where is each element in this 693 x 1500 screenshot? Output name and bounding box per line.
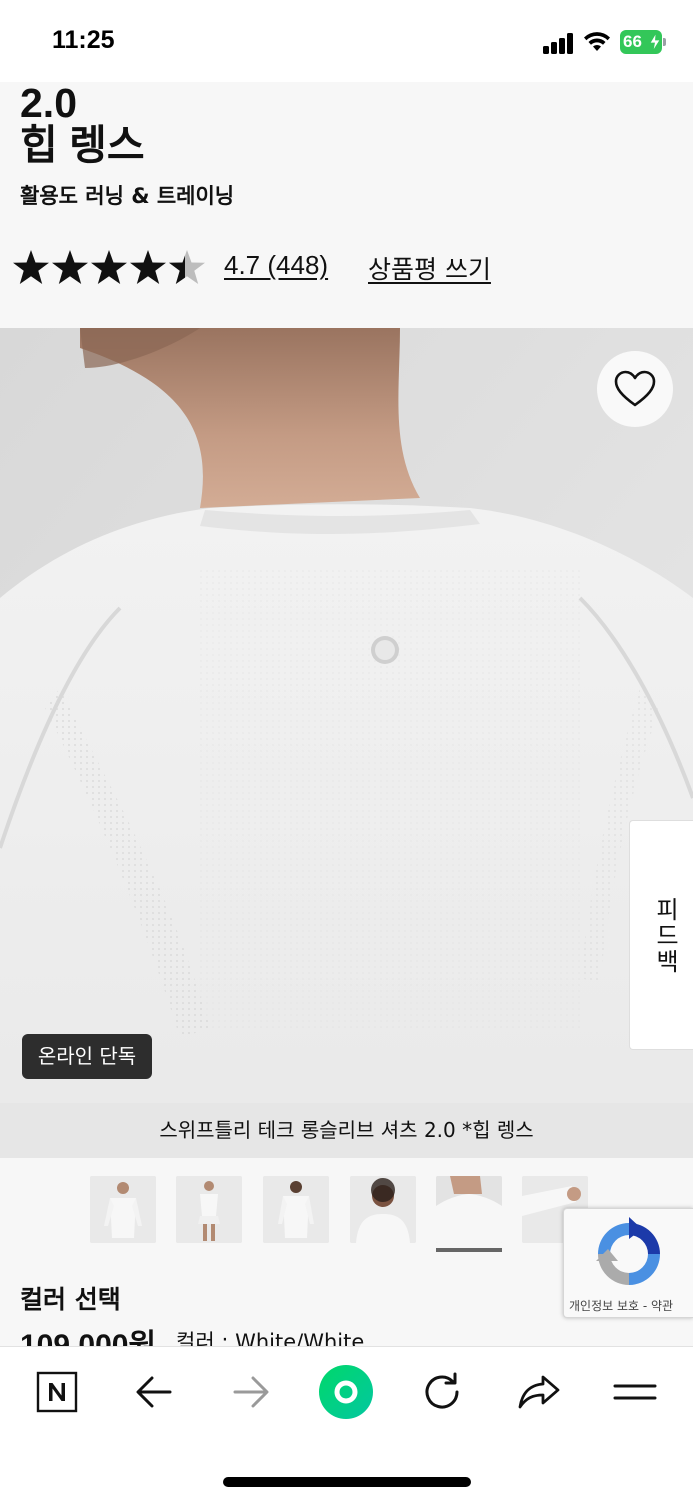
image-caption: 스위프틀리 테크 롱슬리브 셔츠 2.0 *힙 렝스 [0, 1103, 693, 1158]
rating-link[interactable]: 4.7 (448) [224, 250, 328, 281]
status-bar: 11:25 66 [0, 0, 693, 82]
thumbnail-2[interactable] [176, 1176, 242, 1243]
back-arrow-icon [136, 1376, 172, 1408]
product-header: 2.0 힙 렝스 활용도 러닝 & 트레이닝 4.7 (448) 상품평 쓰기 [0, 82, 693, 328]
naver-icon [36, 1371, 78, 1413]
reload-icon [425, 1372, 459, 1409]
forward-button[interactable] [226, 1367, 276, 1417]
recaptcha-badge[interactable]: 개인정보 보호 - 약관 [563, 1208, 693, 1318]
share-icon [518, 1375, 560, 1409]
color-label: 컬러 : White/White [176, 1330, 365, 1346]
status-time: 11:25 [52, 26, 115, 54]
green-dot-icon [319, 1365, 373, 1419]
browser-toolbar [0, 1346, 693, 1500]
recaptcha-icon [596, 1217, 660, 1285]
feedback-label: 피드백 [651, 897, 679, 975]
thumbnail-4[interactable] [350, 1176, 416, 1243]
share-button[interactable] [514, 1367, 564, 1417]
naver-home-button[interactable] [32, 1367, 82, 1417]
signal-icon [543, 32, 575, 54]
product-category: 활용도 러닝 & 트레이닝 [20, 184, 235, 208]
half-star-icon [169, 250, 205, 284]
back-button[interactable] [129, 1367, 179, 1417]
thumbnail-selected-indicator [436, 1248, 502, 1252]
battery-icon: 66 [620, 30, 666, 54]
favorite-button[interactable] [597, 351, 673, 427]
feedback-tab[interactable]: 피드백 [629, 820, 693, 1050]
forward-arrow-icon [233, 1376, 269, 1408]
green-dot-button[interactable] [316, 1362, 376, 1422]
product-price: 109,000원 [20, 1329, 157, 1346]
battery-level: 66 [623, 32, 642, 51]
menu-icon [613, 1384, 657, 1400]
reload-button[interactable] [417, 1367, 467, 1417]
write-review-link[interactable]: 상품평 쓰기 [368, 250, 491, 286]
thumbnail-1[interactable] [90, 1176, 156, 1243]
wifi-icon [582, 29, 612, 53]
rating-stars [13, 250, 205, 284]
star-icon [52, 250, 88, 284]
home-indicator[interactable] [223, 1477, 471, 1487]
product-title-line2: 힙 렝스 [20, 122, 145, 168]
star-icon [130, 250, 166, 284]
heart-icon [614, 370, 656, 407]
online-exclusive-badge: 온라인 단독 [22, 1034, 152, 1079]
product-title-line1: 2.0 [20, 80, 77, 126]
color-select-heading: 컬러 선택 [20, 1285, 121, 1314]
thumbnail-3[interactable] [263, 1176, 329, 1243]
menu-button[interactable] [610, 1367, 660, 1417]
product-title: 2.0 힙 렝스 [20, 82, 145, 166]
star-icon [91, 250, 127, 284]
thumbnail-5[interactable] [436, 1176, 502, 1243]
star-icon [13, 250, 49, 284]
recaptcha-privacy-terms[interactable]: 개인정보 보호 - 약관 [569, 1297, 673, 1314]
charging-bolt-icon [649, 33, 661, 51]
